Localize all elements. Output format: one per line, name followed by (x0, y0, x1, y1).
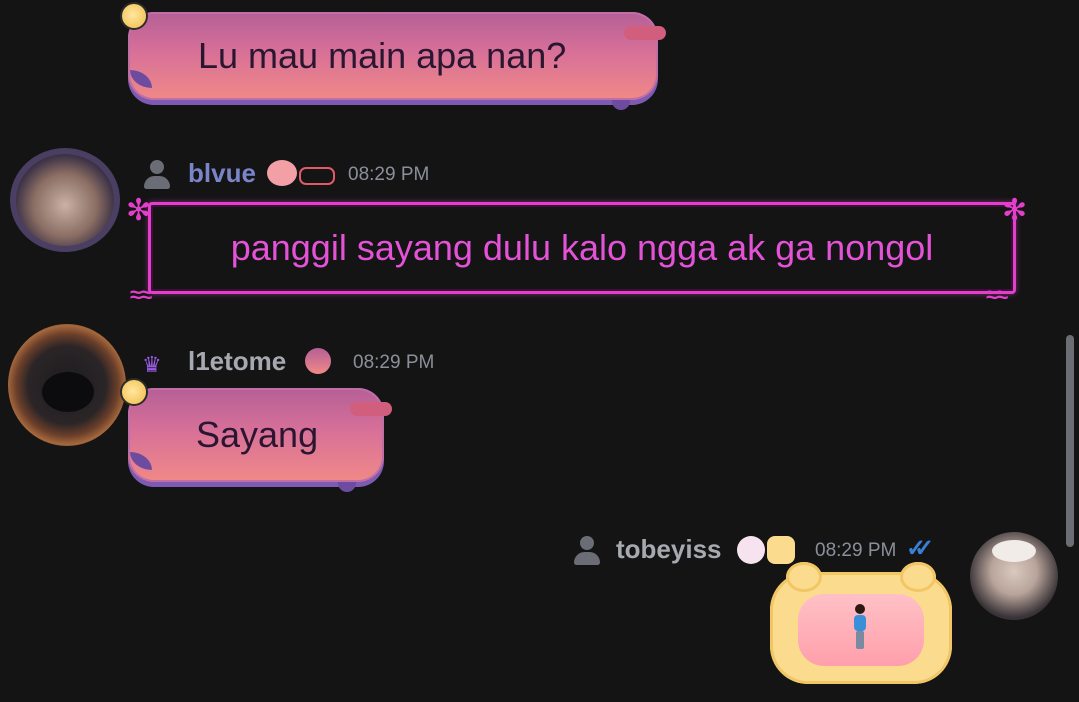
cloud-decoration (624, 26, 666, 40)
sunset-badge-icon (305, 348, 331, 374)
avatar-blvue[interactable] (10, 148, 120, 252)
crab-badge-icon (299, 167, 335, 185)
bubble-tail (612, 100, 630, 110)
timestamp: 08:29 PM (815, 540, 897, 561)
message-bubble[interactable]: Lu mau main apa nan? (122, 4, 666, 110)
crown-badge-icon: ♛ (142, 352, 162, 377)
message-bubble[interactable]: panggil sayang dulu kalo ngga ak ga nong… (148, 202, 1016, 294)
avatar-frame (10, 148, 120, 252)
message-text: Lu mau main apa nan? (198, 35, 567, 76)
message-text: panggil sayang dulu kalo ngga ak ga nong… (230, 227, 934, 268)
username[interactable]: l1etome (188, 346, 286, 377)
bubble-tail (338, 482, 356, 492)
palm-tree-icon: ✻ (1002, 194, 1028, 227)
sun-icon (122, 380, 146, 404)
timestamp: 08:29 PM (348, 164, 430, 185)
leaf-decoration (130, 70, 152, 88)
axolotl-badge-icon (267, 160, 297, 186)
avatar-bunny-hat (992, 540, 1036, 562)
username[interactable]: tobeyiss (616, 534, 722, 565)
wave-icon: ≈≈ (986, 282, 1008, 307)
bunny-badge-icon (737, 536, 765, 564)
bear-ear (900, 562, 936, 592)
sun-icon (122, 4, 146, 28)
message-text: Sayang (196, 414, 319, 455)
bear-ear (786, 562, 822, 592)
avatar-tobeyiss[interactable] (970, 532, 1058, 620)
message-bubble[interactable]: Sayang (122, 380, 392, 492)
timestamp: 08:29 PM (353, 352, 435, 373)
double-check-icon: ✓✓ (906, 535, 934, 562)
bear-badge-icon (767, 536, 795, 564)
leaf-decoration (130, 452, 152, 470)
avatar-hand (42, 372, 94, 412)
person-emoji-icon (852, 604, 868, 650)
user-icon (573, 536, 601, 566)
scrollbar[interactable] (1066, 335, 1074, 547)
username[interactable]: blvue (188, 158, 256, 189)
user-icon (143, 160, 171, 190)
cloud-decoration (350, 402, 392, 416)
wave-icon: ≈≈ (130, 282, 152, 307)
avatar-l1etome[interactable] (8, 324, 126, 446)
palm-tree-icon: ✻ (126, 194, 152, 227)
